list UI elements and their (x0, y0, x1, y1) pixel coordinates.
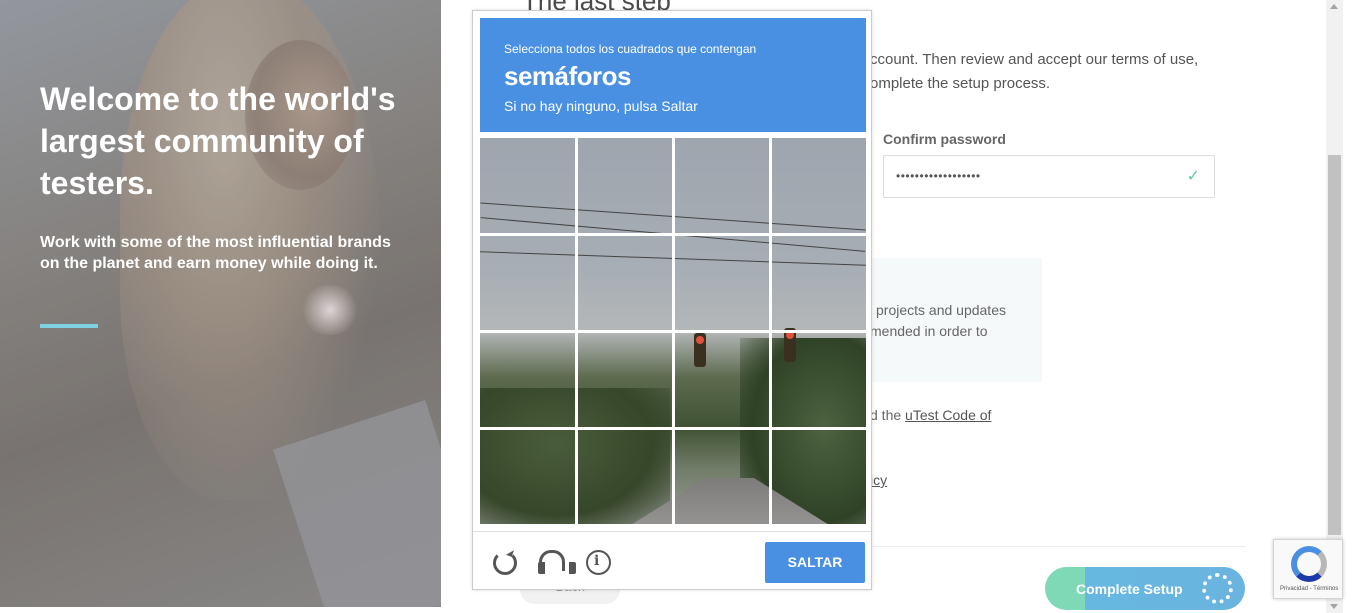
hero-subtitle: Work with some of the most influential b… (40, 234, 391, 272)
captcha-target: semáforos (504, 61, 632, 91)
privacy-policy-link[interactable]: icy (870, 472, 887, 488)
notice-line2: mended in order to (870, 323, 988, 339)
loading-spinner-icon (1202, 573, 1233, 604)
skip-button[interactable]: SALTAR (765, 542, 865, 583)
form-intro-line1: ccount. Then review and accept our terms… (870, 51, 1199, 68)
form-divider (870, 546, 1246, 547)
hero-title: Welcome to the world's largest community… (40, 81, 396, 201)
headphones-icon[interactable] (537, 549, 576, 575)
grid-line (480, 233, 866, 236)
recaptcha-badge[interactable]: Privacidad - Términos (1273, 539, 1343, 599)
captcha-instruction: Selecciona todos los cuadrados que conte… (504, 42, 757, 56)
recaptcha-badge-links[interactable]: Privacidad - Términos (1280, 586, 1338, 592)
scroll-up-icon[interactable] (1330, 4, 1338, 9)
grid-line (480, 427, 866, 430)
recaptcha-logo-icon (1291, 546, 1327, 582)
confirm-password-label: Confirm password (883, 131, 1006, 147)
page-scrollbar[interactable] (1326, 0, 1343, 613)
captcha-footer: i SALTAR (473, 531, 871, 590)
reload-icon[interactable] (491, 549, 517, 575)
captcha-hint: Si no hay ninguno, pulsa Saltar (504, 98, 698, 114)
terms-text: d the uTest Code of (870, 407, 991, 423)
form-intro: ccount. Then review and accept our terms… (870, 48, 1230, 96)
confirm-password-field[interactable]: •••••••••••••••••• ✓ (883, 155, 1215, 198)
grid-line (480, 330, 866, 333)
captcha-header: Selecciona todos los cuadrados que conte… (480, 18, 866, 132)
scroll-down-icon[interactable] (1330, 604, 1338, 609)
hero-divider (40, 324, 98, 328)
complete-setup-button[interactable]: Complete Setup (1045, 567, 1245, 610)
traffic-light (784, 328, 796, 362)
scroll-thumb[interactable] (1328, 155, 1341, 535)
confirm-password-value: •••••••••••••••••• (896, 169, 981, 183)
captcha-image-grid (480, 138, 866, 524)
notice-line1: projects and updates (876, 302, 1006, 318)
page: Welcome to the world's largest community… (0, 0, 1360, 613)
captcha-dialog: Selecciona todos los cuadrados que conte… (472, 10, 872, 590)
terms-prefix: d the (870, 407, 906, 423)
valid-check-icon: ✓ (1186, 168, 1200, 185)
code-of-conduct-link[interactable]: uTest Code of (905, 407, 991, 423)
complete-setup-label: Complete Setup (1076, 581, 1183, 597)
hero-panel: Welcome to the world's largest community… (0, 0, 441, 607)
newsletter-notice: projects and updates mended in order to (868, 258, 1042, 382)
traffic-light (694, 333, 706, 367)
form-intro-line2: omplete the setup process. (870, 75, 1051, 92)
info-icon[interactable]: i (585, 549, 611, 575)
